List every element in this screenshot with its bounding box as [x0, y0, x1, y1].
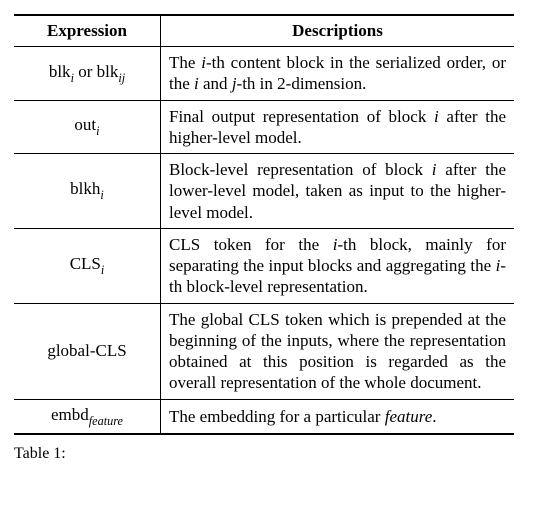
header-descriptions: Descriptions — [161, 15, 515, 47]
cell-expression: CLSi — [14, 228, 161, 303]
table-row: embdfeatureThe embedding for a particula… — [14, 399, 514, 434]
cell-expression: blki or blkij — [14, 47, 161, 101]
cell-expression: global-CLS — [14, 303, 161, 399]
cell-description: The global CLS token which is prepended … — [161, 303, 515, 399]
cell-description: The embedding for a particular feature. — [161, 399, 515, 434]
cell-expression: outi — [14, 100, 161, 154]
table-row: outiFinal output representation of block… — [14, 100, 514, 154]
cell-expression: embdfeature — [14, 399, 161, 434]
table-row: global-CLSThe global CLS token which is … — [14, 303, 514, 399]
cell-description: Block-level representation of block i af… — [161, 154, 515, 229]
table-row: blkhiBlock-level representation of block… — [14, 154, 514, 229]
table-row: blki or blkijThe i-th content block in t… — [14, 47, 514, 101]
header-expression: Expression — [14, 15, 161, 47]
table-row: CLSiCLS token for the i-th block, mainly… — [14, 228, 514, 303]
notation-table: Expression Descriptions blki or blkijThe… — [14, 14, 514, 435]
table-body: blki or blkijThe i-th content block in t… — [14, 47, 514, 434]
table-header-row: Expression Descriptions — [14, 15, 514, 47]
cell-expression: blkhi — [14, 154, 161, 229]
cell-description: The i-th content block in the serialized… — [161, 47, 515, 101]
table-caption: Table 1: — [14, 445, 520, 463]
cell-description: Final output representation of block i a… — [161, 100, 515, 154]
cell-description: CLS token for the i-th block, mainly for… — [161, 228, 515, 303]
